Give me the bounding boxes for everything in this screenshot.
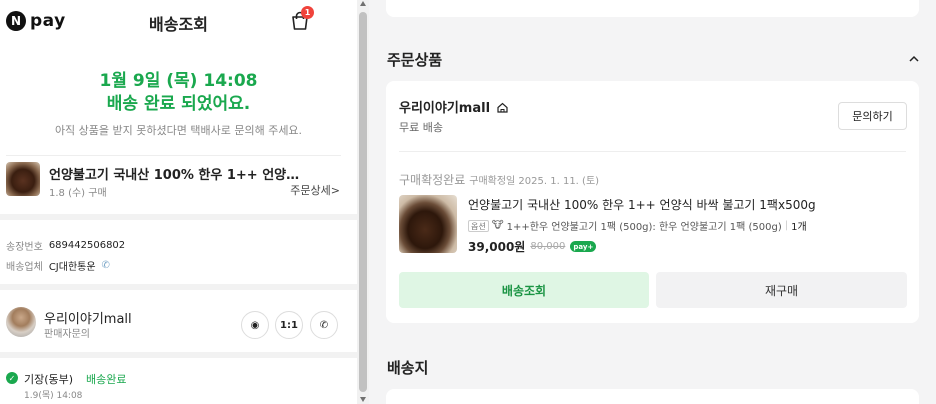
header: N pay 배송조회 1 [0,0,357,42]
confirm-status: 구매확정완료 [399,173,466,187]
section-separator [0,284,357,290]
price-row: 39,000원 80,000 pay+ [468,238,597,255]
invoice-row: 송장번호 689442506802 [6,235,125,255]
delivery-message: 배송 완료 되었어요. [106,94,251,114]
confirm-date: 구매확정일 2025. 1. 11. (토) [469,176,600,187]
phone-icon[interactable]: ✆ [102,260,110,271]
reorder-button[interactable]: 재구매 [656,272,907,308]
order-detail-link[interactable]: 주문상세> [290,182,340,198]
product-name[interactable]: 언양불고기 국내산 100% 한우 1++ 언양식 바싹 불고기 1팩x500g [468,196,816,213]
chevron-up-icon[interactable] [909,54,919,64]
sale-price: 39,000원 [468,240,526,254]
home-icon [496,102,508,113]
track-delivery-button[interactable]: 배송조회 [399,272,649,308]
delivery-status: 1월 9일 (목) 14:08 배송 완료 되었어요. 아직 상품을 받지 못하… [0,42,357,138]
delivery-date: 1월 9일 (목) 14:08 [99,71,258,91]
option-quantity: 1개 [791,222,807,233]
mall-name-row[interactable]: 우리이야기mall [399,97,508,116]
product-option: 옵션 🐮 1++한우 언양불고기 1팩 (500g): 한우 언양불고기 1팩 … [468,218,807,233]
talk-icon: ◉ [250,319,260,331]
order-item[interactable]: 언양불고기 국내산 100% 한우 1++ 언양식 바싹 불고기 1팩x500g… [6,162,346,202]
purchase-confirm: 구매확정완료 구매확정일 2025. 1. 11. (토) [399,171,599,188]
shipping-fee: 무료 배송 [399,121,443,134]
scroll-up-icon[interactable] [360,1,366,6]
section-title-address: 배송지 [387,359,429,377]
check-icon: ✓ [6,372,18,384]
previous-card [386,0,919,17]
delivery-panel: N pay 배송조회 1 1월 9일 (목) 14:08 배송 완료 되었어요.… [0,0,357,404]
seller-row: 우리이야기mall 판매자문의 ◉ 1:1 ✆ [6,304,346,344]
carrier-name: CJ대한통운 [48,261,96,273]
shipping-info: 송장번호 689442506802 배송업체 CJ대한통운 ✆ [6,235,125,275]
order-detail-panel: 주문상품 우리이야기mall 무료 배송 문의하기 구매확정완료 구매확정일 20… [369,0,936,404]
tracking-status: 배송완료 [86,373,127,386]
order-item-name: 언양불고기 국내산 100% 한우 1++ 언양식 바싹 불고기 1팩x500g [49,168,309,183]
carrier-label: 배송업체 [6,261,43,273]
scrollbar[interactable] [357,0,369,404]
option-separator: | [784,220,789,231]
section-separator [0,352,357,358]
original-price: 80,000 [530,241,566,252]
invoice-label: 송장번호 [6,241,43,253]
product-image[interactable] [399,195,457,253]
divider [6,155,341,156]
divider [399,151,906,152]
delivery-help-text: 아직 상품을 받지 못하셨다면 택배사로 문의해 주세요. [54,124,303,137]
order-item-date: 1.8 (수) 구매 [49,188,107,199]
product-card: 우리이야기mall 무료 배송 문의하기 구매확정완료 구매확정일 2025. 1… [386,81,919,323]
npay-plus-badge: pay+ [570,241,597,252]
section-title-products: 주문상품 [387,51,443,69]
seller-avatar [6,307,36,337]
seller-role: 판매자문의 [44,329,90,340]
product-thumbnail [6,162,40,196]
scrollbar-thumb[interactable] [359,12,367,392]
invoice-number: 689442506802 [48,239,126,251]
section-separator [0,214,357,220]
option-tag: 옵션 [468,219,489,232]
tracking-time: 1.9(목) 14:08 [24,391,83,401]
cart-count-badge: 1 [301,6,314,19]
phone-icon: ✆ [319,319,329,331]
option-text: 1++한우 언양불고기 1팩 (500g): 한우 언양불고기 1팩 (500g… [506,222,782,233]
talk-button[interactable]: ◉ [241,311,269,339]
tracking-place: 기장(동부) [24,373,74,386]
address-card [386,389,919,404]
call-button[interactable]: ✆ [310,311,338,339]
mall-name: 우리이야기mall [399,101,491,116]
carrier-row: 배송업체 CJ대한통운 ✆ [6,255,125,275]
inquiry-button[interactable]: 문의하기 [838,102,907,130]
scroll-down-icon[interactable] [360,397,366,402]
one-to-one-chat-button[interactable]: 1:1 [275,311,303,339]
cow-icon: 🐮 [491,220,504,231]
